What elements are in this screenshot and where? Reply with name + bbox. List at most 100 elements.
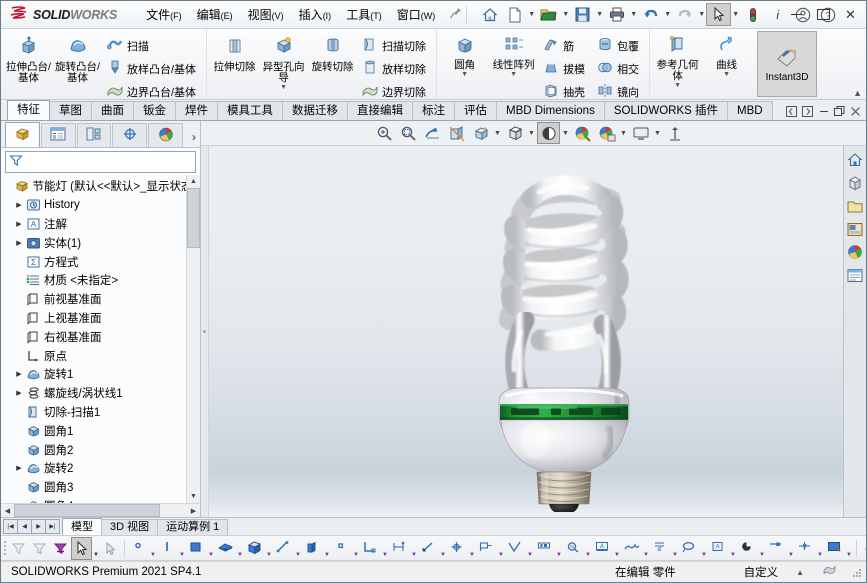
- restore-doc-icon[interactable]: [832, 104, 847, 119]
- previous-view-icon[interactable]: [421, 122, 444, 144]
- plane-sketch-dropdown-arrow[interactable]: ▼: [236, 537, 244, 560]
- bottom-tab-3d-views[interactable]: 3D 视图: [101, 519, 159, 535]
- tree-item-helix[interactable]: ▶ 螺旋线/涡状线1: [3, 384, 186, 403]
- hole-callout-dropdown-arrow[interactable]: ▼: [671, 537, 679, 560]
- bottom-tab-model[interactable]: 模型: [62, 518, 102, 535]
- spline-dropdown-arrow[interactable]: ▼: [294, 537, 302, 560]
- line-measure-dropdown-arrow[interactable]: ▼: [439, 537, 447, 560]
- menu-tools[interactable]: 工具(T): [339, 3, 389, 26]
- tree-item-right-plane[interactable]: 右视基准面: [3, 327, 186, 346]
- revision-cloud-icon[interactable]: [621, 537, 642, 560]
- display-manager-tab[interactable]: [148, 123, 183, 147]
- reference-geometry-dropdown-arrow[interactable]: ▼: [674, 82, 681, 89]
- dimension-icon[interactable]: [389, 537, 410, 560]
- spline-icon[interactable]: [273, 537, 294, 560]
- save-dropdown-arrow[interactable]: ▼: [595, 4, 604, 25]
- datum-dropdown-arrow[interactable]: ▼: [497, 537, 505, 560]
- restore-left-icon[interactable]: [784, 104, 799, 119]
- tree-item-fillet2[interactable]: 圆角2: [3, 440, 186, 459]
- tree-vertical-scrollbar[interactable]: ▲ ▼: [186, 175, 200, 503]
- solidworks-resources-icon[interactable]: [844, 149, 866, 171]
- rebuild-status-icon[interactable]: [740, 3, 765, 26]
- revolved-boss-base-button[interactable]: 旋转凸台/基体: [53, 32, 102, 87]
- undo-icon[interactable]: [638, 3, 663, 26]
- pie-chart-dropdown-arrow[interactable]: ▼: [758, 537, 766, 560]
- feature-filter-input[interactable]: [5, 151, 196, 173]
- first-icon[interactable]: |◀: [3, 519, 18, 534]
- dimxpert-manager-tab[interactable]: [112, 123, 148, 147]
- ribbon-collapse-arrow[interactable]: ▲: [853, 88, 862, 98]
- target-dropdown-arrow[interactable]: ▼: [468, 537, 476, 560]
- tree-item-solid-bodies[interactable]: ▶ 实体(1): [3, 233, 186, 252]
- point-2-dropdown-arrow[interactable]: ▼: [352, 537, 360, 560]
- swept-boss-button[interactable]: 扫描: [104, 34, 201, 57]
- scroll-thumb[interactable]: [187, 188, 200, 248]
- toolbar-grip[interactable]: [4, 539, 6, 557]
- tab-annotation[interactable]: 标注: [412, 101, 455, 120]
- extruded-boss-base-button[interactable]: 拉伸凸台/基体: [4, 32, 53, 87]
- expand-arrow[interactable]: ▶: [13, 370, 25, 378]
- tab-evaluate[interactable]: 评估: [454, 101, 497, 120]
- scroll-up-arrow[interactable]: ▲: [187, 175, 200, 188]
- redo-icon[interactable]: [672, 3, 697, 26]
- tree-item-front-plane[interactable]: 前视基准面: [3, 290, 186, 309]
- filter-faces-icon[interactable]: [8, 537, 29, 560]
- select-cursor-icon[interactable]: [706, 3, 732, 26]
- appearances-scenes-icon[interactable]: [844, 241, 866, 263]
- tree-item-history[interactable]: ▶ History: [3, 196, 186, 215]
- hole-callout-icon[interactable]: Ø: [650, 537, 671, 560]
- pushpin-icon[interactable]: [449, 7, 462, 23]
- hole-wizard-dropdown-arrow[interactable]: ▼: [280, 84, 287, 91]
- tab-mbd[interactable]: MBD: [726, 101, 773, 120]
- rectangle-dropdown-arrow[interactable]: ▼: [207, 537, 215, 560]
- tree-item-revolve1[interactable]: ▶ 旋转1: [3, 365, 186, 384]
- surface-finish-icon[interactable]: [505, 537, 526, 560]
- magnify-icon[interactable]: N: [563, 537, 584, 560]
- select-tool-icon[interactable]: [71, 536, 92, 560]
- point-2-icon[interactable]: [331, 537, 352, 560]
- revision-cloud-dropdown-arrow[interactable]: ▼: [642, 537, 650, 560]
- plane-sketch-icon[interactable]: [215, 537, 236, 560]
- tab-features[interactable]: 特征: [7, 100, 50, 120]
- datum-icon[interactable]: [476, 537, 497, 560]
- tree-item-annotations[interactable]: ▶ A 注解: [3, 215, 186, 234]
- section-view-icon[interactable]: [445, 122, 468, 144]
- instant3d-button[interactable]: Instant3D: [757, 31, 818, 97]
- dimension-dropdown-arrow[interactable]: ▼: [410, 537, 418, 560]
- tree-item-material[interactable]: 材质 <未指定>: [3, 271, 186, 290]
- print-icon[interactable]: [604, 3, 629, 26]
- filter-edges-icon[interactable]: [29, 537, 50, 560]
- panel-splitter-handle[interactable]: [201, 146, 209, 517]
- tab-direct-editing[interactable]: 直接编辑: [347, 101, 413, 120]
- hide-show-items-icon[interactable]: [537, 122, 560, 144]
- tab-mold-tools[interactable]: 模具工具: [217, 101, 283, 120]
- expand-arrow[interactable]: ▶: [13, 389, 25, 397]
- menu-file[interactable]: 文件(F): [139, 3, 189, 26]
- tree-horizontal-scrollbar[interactable]: ◀ ▶: [1, 503, 200, 517]
- select-tool-dropdown-arrow[interactable]: ▼: [92, 537, 100, 560]
- expand-arrow[interactable]: ▶: [13, 220, 25, 228]
- curves-button[interactable]: 曲线 ▼: [702, 32, 751, 81]
- magnify-dropdown-arrow[interactable]: ▼: [584, 537, 592, 560]
- apply-scene-icon[interactable]: [595, 122, 618, 144]
- fillet-dropdown-arrow[interactable]: ▼: [461, 71, 468, 78]
- hscroll-thumb[interactable]: [14, 504, 160, 517]
- menu-insert[interactable]: 插入(I): [292, 3, 339, 26]
- wrap-button[interactable]: 包覆: [594, 34, 644, 57]
- restore-right-icon[interactable]: [800, 104, 815, 119]
- viewport-layout-dropdown-arrow[interactable]: ▼: [653, 123, 662, 143]
- configuration-manager-tab[interactable]: [76, 123, 112, 147]
- tree-item-revolve2[interactable]: ▶ 旋转2: [3, 459, 186, 478]
- extrude-sketch-dropdown-arrow[interactable]: ▼: [323, 537, 331, 560]
- file-explorer-icon[interactable]: [844, 195, 866, 217]
- select-dropdown-arrow[interactable]: ▼: [731, 4, 740, 25]
- linear-pattern-dropdown-arrow[interactable]: ▼: [510, 71, 517, 78]
- lofted-boss-button[interactable]: 放样凸台/基体: [104, 57, 201, 80]
- viewport-layout-icon[interactable]: [629, 122, 652, 144]
- tree-item-equations[interactable]: Σ 方程式: [3, 252, 186, 271]
- appearance-icon[interactable]: [860, 537, 866, 560]
- customize-label[interactable]: 自定义: [740, 564, 783, 580]
- tree-item-fillet3[interactable]: 圆角3: [3, 478, 186, 497]
- hide-show-dropdown-arrow[interactable]: ▼: [561, 123, 570, 143]
- scroll-down-arrow[interactable]: ▼: [187, 490, 200, 503]
